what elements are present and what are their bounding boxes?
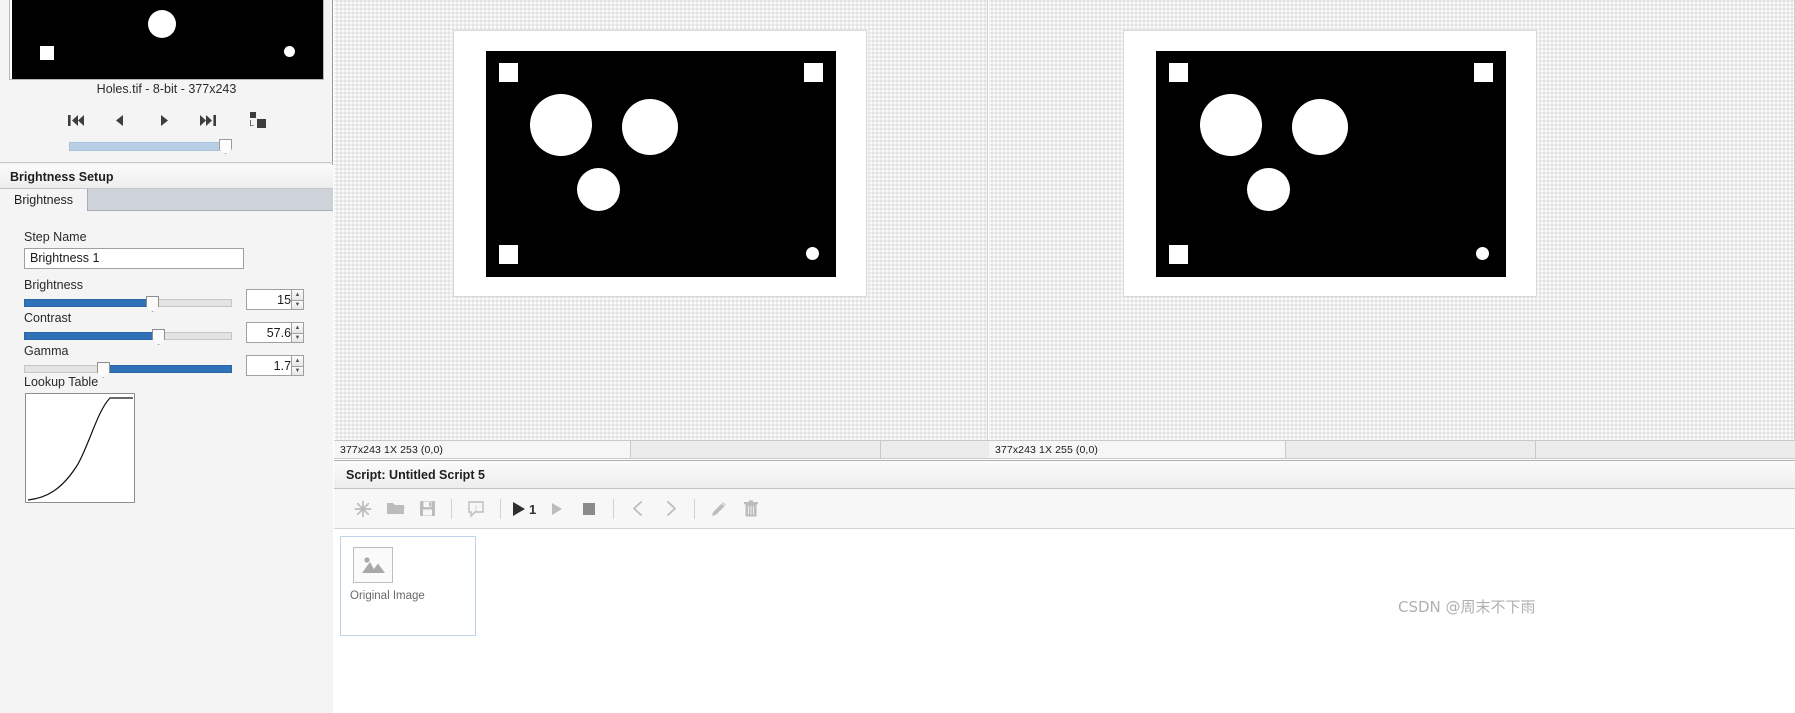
image-view-processed[interactable] [989,0,1795,440]
status-bar-right: 377x243 1X 255 (0,0) [989,440,1795,459]
script-step-label: Original Image [350,590,425,602]
script-step-original-image[interactable]: Original Image [340,536,476,636]
previous-frame-button[interactable] [106,107,134,133]
image-canvas-right[interactable] [1124,31,1536,296]
stop-button[interactable] [574,494,604,524]
image-bitmap-right [1156,51,1506,277]
image-view-original[interactable] [334,0,988,440]
contrast-label: Contrast [24,311,72,325]
status-cell-right-2 [1535,441,1795,458]
setup-panel-title: Brightness Setup [0,165,333,189]
step-name-label: Step Name [24,230,87,244]
toolbar-separator [451,498,452,519]
brightness-slider-knob[interactable] [146,296,159,312]
image-bitmap-left [486,51,836,277]
lookup-table-label: Lookup Table [24,375,99,389]
next-frame-button[interactable] [150,107,178,133]
svg-text:1: 1 [529,502,536,517]
status-cell-left-1 [630,441,880,458]
brightness-slider-fill [24,299,152,307]
watermark-text: CSDN @周末不下雨 [1398,598,1536,616]
toolbar-separator [500,498,501,519]
panel-divider [0,162,333,163]
lookup-table-graph [25,393,135,503]
gamma-slider-knob[interactable] [97,362,110,378]
image-canvas-left[interactable] [454,31,866,296]
contrast-stepper-down[interactable]: ▼ [291,333,304,343]
last-frame-button[interactable] [194,107,222,133]
step-forward-button[interactable] [655,494,685,524]
run-button[interactable] [542,494,572,524]
browser-nav-row: L [0,107,333,133]
picture-mountain-icon [353,547,393,583]
brightness-slider[interactable] [24,296,232,312]
new-script-button[interactable] [348,494,378,524]
svg-text:i: i [475,503,478,512]
step-back-button[interactable] [623,494,653,524]
browse-slider-knob[interactable] [219,139,232,154]
contrast-stepper-up[interactable]: ▲ [291,322,304,333]
script-panel: Script: Untitled Script 5 i 1 Original I… [334,460,1795,713]
contrast-slider-fill [24,332,158,340]
status-bar-left: 377x243 1X 253 (0,0) [334,440,989,459]
gamma-stepper-up[interactable]: ▲ [291,355,304,366]
edit-step-button[interactable] [704,494,734,524]
status-text-left: 377x243 1X 253 (0,0) [340,443,443,456]
brightness-stepper-up[interactable]: ▲ [291,289,304,300]
image-browser-thumbnail[interactable] [9,0,324,80]
delete-step-button[interactable] [736,494,766,524]
script-title: Script: Untitled Script 5 [334,461,1795,489]
toolbar-separator [694,498,695,519]
lut-curve [27,397,133,501]
script-step-strip[interactable]: Original Image [334,529,1795,713]
tab-brightness[interactable]: Brightness [0,189,89,211]
run-once-button[interactable]: 1 [510,494,540,524]
contrast-stepper[interactable]: ▲ ▼ [291,322,304,343]
svg-text:L: L [249,119,254,128]
gamma-stepper-down[interactable]: ▼ [291,366,304,376]
brightness-stepper-down[interactable]: ▼ [291,300,304,310]
script-toolbar: i 1 [334,489,1795,529]
image-browse-slider[interactable] [69,139,232,154]
save-script-button[interactable] [412,494,442,524]
file-info-caption: Holes.tif - 8-bit - 377x243 [96,82,237,96]
status-text-right: 377x243 1X 255 (0,0) [995,443,1098,456]
contrast-slider[interactable] [24,329,232,345]
step-name-input[interactable]: Brightness 1 [24,248,244,269]
gamma-stepper[interactable]: ▲ ▼ [291,355,304,376]
setup-tabstrip: Brightness [0,189,333,211]
brightness-form: Step Name Brightness 1 Brightness 157 ▲ … [0,211,333,713]
toolbar-separator [613,498,614,519]
status-cell-left-2 [880,441,989,458]
thumbnail-image [12,0,323,79]
first-frame-button[interactable] [62,107,90,133]
gamma-slider-fill [102,365,232,373]
brightness-label: Brightness [24,278,84,292]
script-comment-button[interactable]: i [461,494,491,524]
status-cell-right-1 [1285,441,1535,458]
contrast-slider-knob[interactable] [152,329,165,345]
gamma-slider[interactable] [24,362,232,378]
left-panel: Holes.tif - 8-bit - 377x243 L Brightness… [0,0,333,713]
thumbnail-view-button[interactable]: L [244,107,272,133]
open-script-button[interactable] [380,494,410,524]
application-window: Holes.tif - 8-bit - 377x243 L Brightness… [0,0,1795,713]
browse-slider-track [69,142,229,151]
gamma-label: Gamma [24,344,69,358]
brightness-stepper[interactable]: ▲ ▼ [291,289,304,310]
